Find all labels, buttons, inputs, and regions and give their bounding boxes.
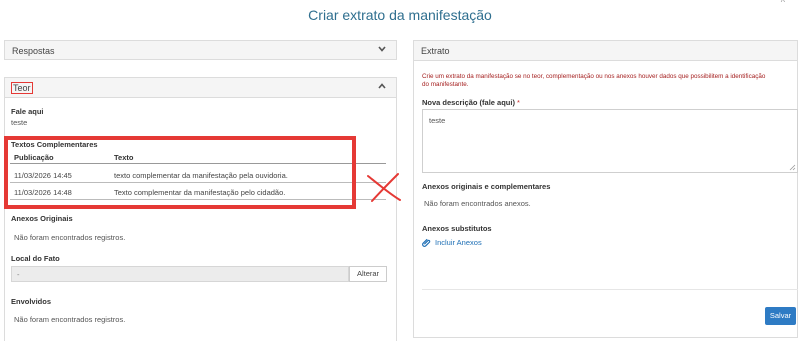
local-do-fato-label: Local do Fato — [11, 254, 60, 263]
anexos-originais-value: Não foram encontrados registros. — [14, 233, 126, 242]
anexos-originais-complementares-label: Anexos originais e complementares — [422, 182, 551, 191]
teor-label: Teor — [11, 82, 33, 94]
teor-accordion[interactable]: Teor — [4, 77, 397, 97]
nova-descricao-textarea[interactable]: teste — [422, 109, 798, 173]
red-x-mark-icon — [367, 173, 401, 202]
anexos-originais-label: Anexos Originais — [11, 214, 73, 223]
incluir-anexos-text: Incluir Anexos — [435, 238, 482, 247]
envolvidos-value: Não foram encontrados registros. — [14, 315, 126, 324]
extrato-panel: Extrato Crie um extrato da manifestação … — [413, 40, 798, 338]
caret-up-icon: ^ — [780, 0, 785, 7]
paperclip-icon — [422, 238, 431, 247]
red-highlight-box — [4, 136, 356, 209]
nova-descricao-label: Nova descrição (fale aqui) * — [422, 98, 520, 107]
nova-descricao-value: teste — [429, 116, 446, 125]
respostas-accordion[interactable]: Respostas — [4, 40, 397, 60]
incluir-anexos-link[interactable]: Incluir Anexos — [422, 238, 482, 247]
alterar-button[interactable]: Alterar — [349, 266, 387, 282]
fale-aqui-value: teste — [11, 118, 28, 127]
divider — [422, 289, 798, 290]
respostas-label: Respostas — [12, 46, 55, 56]
chevron-down-icon[interactable] — [377, 44, 387, 54]
anexos-substitutos-label: Anexos substitutos — [422, 224, 492, 233]
resize-handle-icon[interactable] — [789, 164, 796, 171]
salvar-button[interactable]: Salvar — [765, 307, 796, 325]
extrato-header: Extrato — [414, 41, 797, 61]
envolvidos-label: Envolvidos — [11, 297, 52, 306]
chevron-up-icon[interactable] — [377, 81, 387, 91]
page-title: Criar extrato da manifestação — [308, 7, 492, 23]
local-do-fato-field[interactable]: - — [11, 266, 349, 282]
required-mark: * — [517, 98, 520, 107]
warning-text: Crie um extrato da manifestação se no te… — [422, 73, 766, 88]
anexos-originais-complementares-value: Não foram encontrados anexos. — [424, 199, 531, 208]
nova-descricao-label-text: Nova descrição (fale aqui) — [422, 98, 515, 107]
fale-aqui-label: Fale aqui — [11, 107, 44, 116]
